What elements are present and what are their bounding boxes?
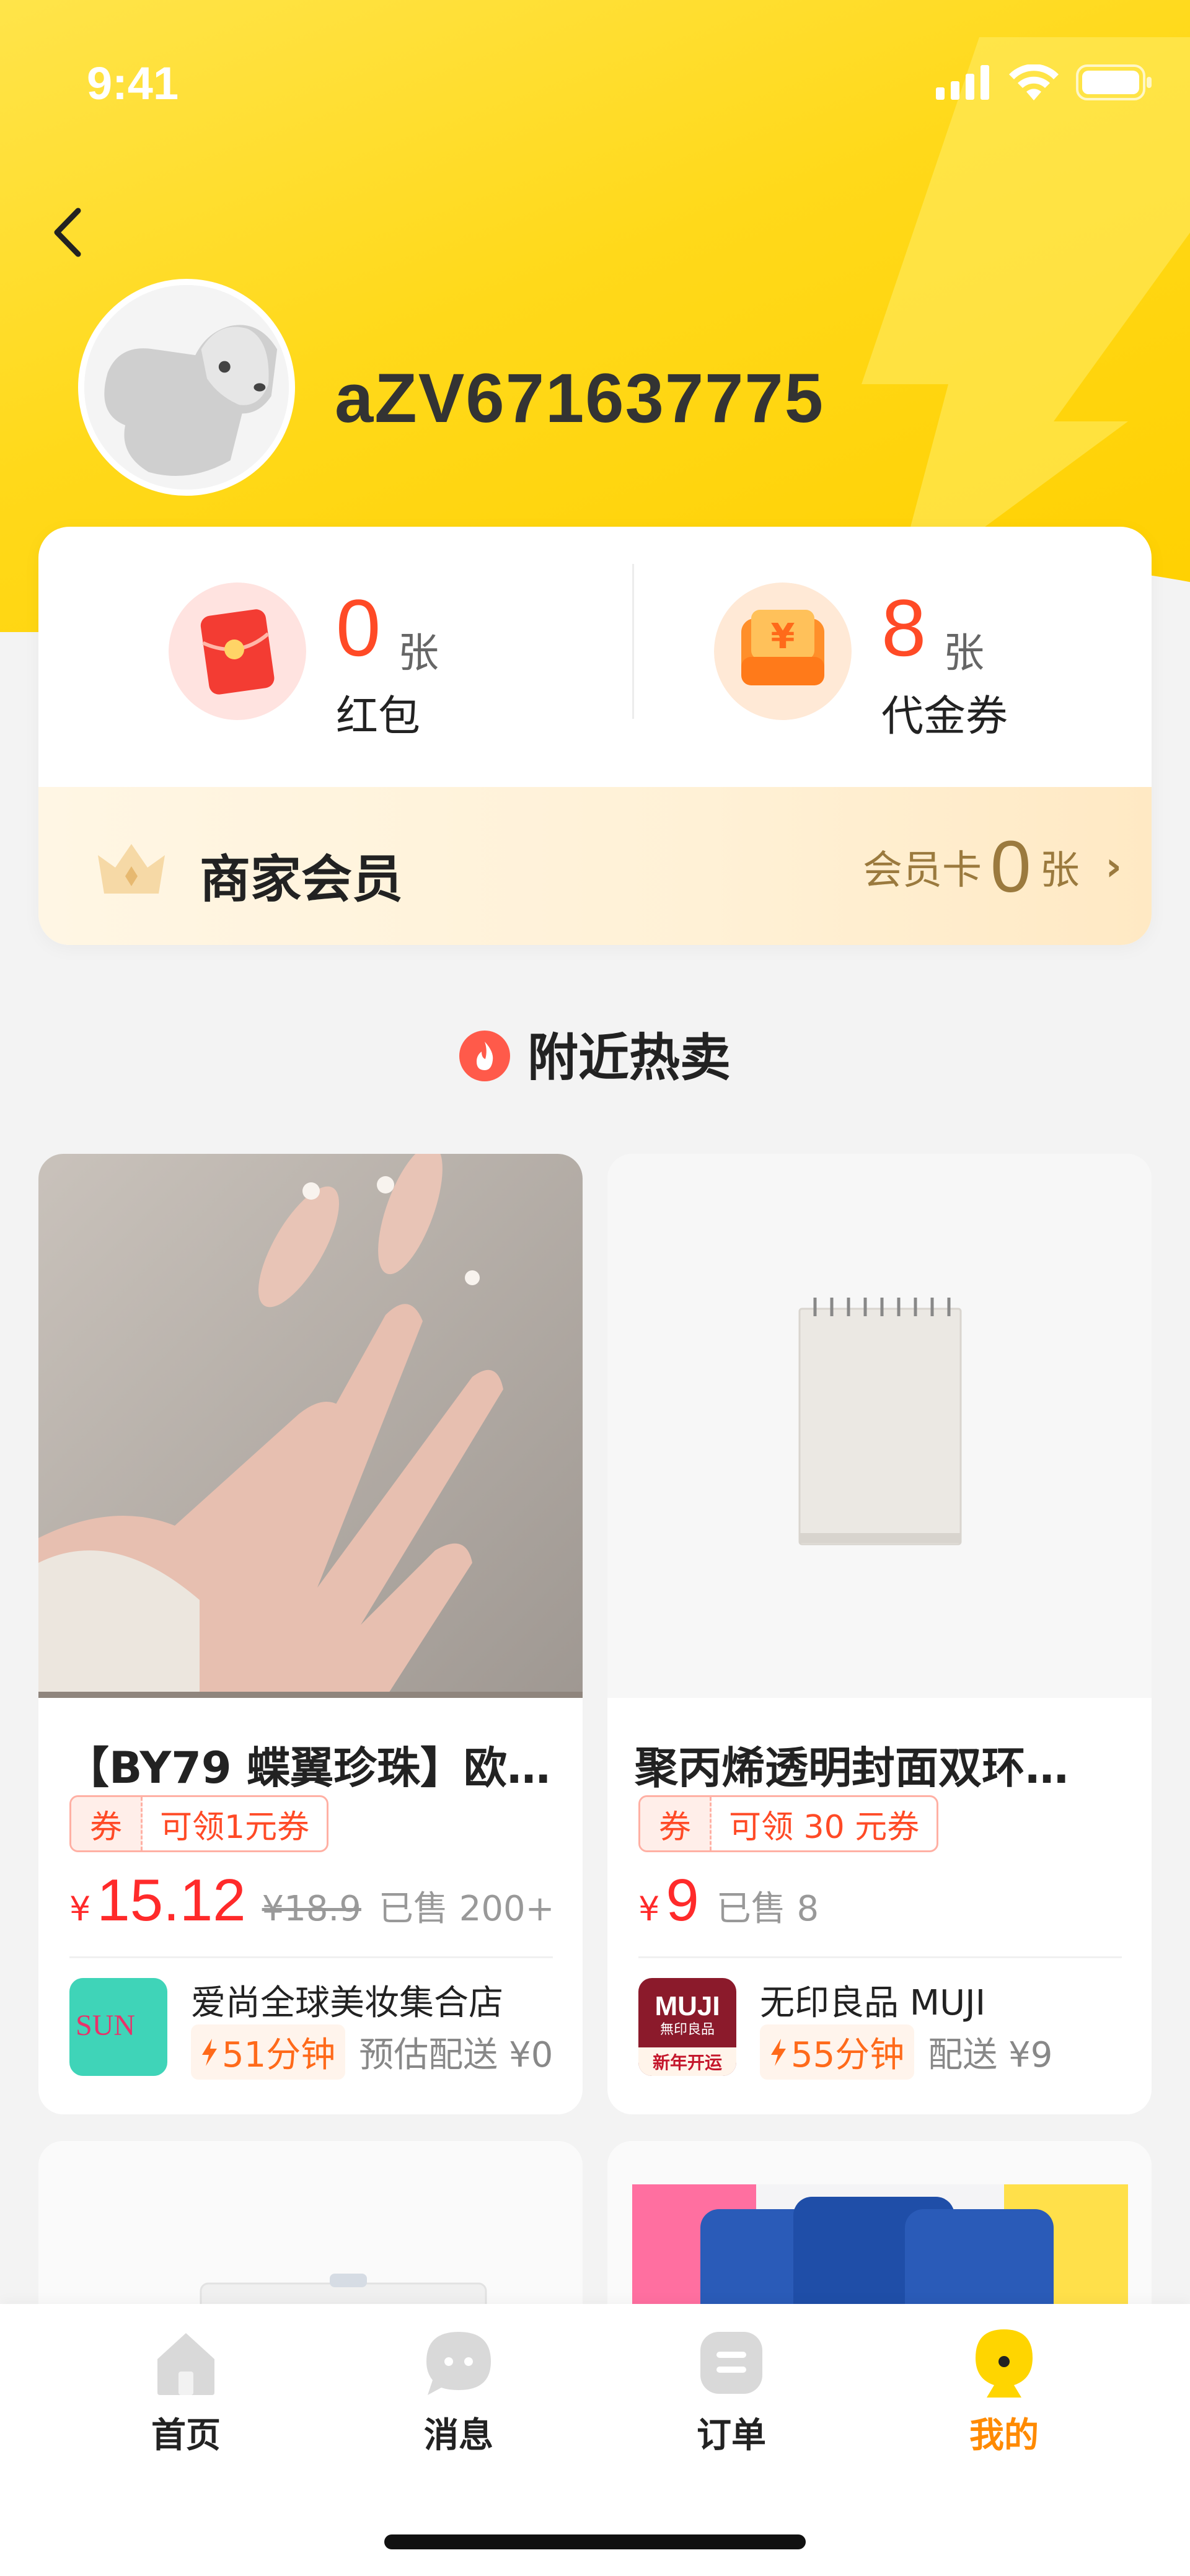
tab-label: 消息 — [424, 2416, 493, 2456]
product-title: 聚丙烯透明封面双环… — [635, 1743, 1069, 1793]
tab-orders[interactable]: 订单 — [638, 2326, 824, 2458]
tab-bar: 首页 消息 订单 我的 — [0, 2304, 1190, 2576]
currency-symbol: ¥ — [69, 1889, 91, 1928]
status-bar: 9:41 — [0, 0, 1190, 109]
member-title: 商家会员 — [200, 850, 403, 909]
voucher-icon: ¥ — [714, 582, 852, 720]
price-row: ¥ 15.12 ¥18.9 已售 200+ — [69, 1866, 555, 1935]
delivery-fee: 预估配送 ¥0 — [359, 2035, 553, 2075]
battery-icon — [1076, 64, 1152, 100]
shop-logo-text: MUJI — [654, 1991, 720, 2021]
merchant-member-bar[interactable]: 商家会员 会员卡 0 张 › — [38, 787, 1152, 945]
price: 9 — [666, 1867, 699, 1933]
sold-count: 已售 200+ — [378, 1889, 555, 1929]
status-time: 9:41 — [87, 58, 179, 109]
avatar[interactable] — [78, 279, 295, 496]
delivery-time: 55分钟 — [791, 2035, 905, 2075]
original-price: ¥18.9 — [262, 1889, 361, 1929]
signal-icon — [936, 65, 989, 100]
nail-photo — [38, 1154, 583, 1698]
member-card-unit: 张 — [1039, 848, 1080, 894]
delivery-info: 51分钟 预估配送 ¥0 — [191, 2024, 553, 2080]
nearby-hot-title: 附近热卖 — [0, 1016, 1190, 1090]
product-card[interactable] — [607, 2141, 1152, 2327]
divider — [632, 564, 634, 719]
username: aZV671637775 — [335, 359, 825, 437]
delivery-fee: 配送 ¥9 — [928, 2035, 1053, 2075]
divider — [69, 1956, 553, 1958]
tab-label: 首页 — [151, 2416, 221, 2456]
coupon-tag: 券 — [640, 1797, 712, 1850]
member-card-prefix: 会员卡 — [862, 848, 982, 894]
profile-icon — [976, 2329, 1033, 2398]
back-chevron-icon[interactable] — [37, 198, 105, 266]
coupon-tag: 券 — [71, 1797, 143, 1850]
shop-logo: MUJI 無印良品 新年开运 — [638, 1978, 736, 2076]
sold-count: 已售 8 — [716, 1889, 819, 1929]
order-icon — [700, 2332, 762, 2394]
member-card-link[interactable]: 会员卡 0 张 › — [863, 830, 1122, 903]
home-indicator — [384, 2534, 806, 2549]
coupon-text: 可领 30 元券 — [729, 1808, 920, 1846]
svg-text:¥: ¥ — [771, 617, 795, 657]
red-packet-label: 红包 — [336, 692, 421, 741]
voucher-entry[interactable]: ¥ 8 张 代金券 — [714, 582, 1152, 741]
tab-profile[interactable]: 我的 — [911, 2326, 1097, 2458]
shop-logo-badge: 新年开运 — [653, 2052, 722, 2073]
tab-label: 订单 — [697, 2416, 766, 2456]
currency-symbol: ¥ — [638, 1889, 660, 1928]
product-image — [607, 2141, 1152, 2327]
red-packet-count: 0 — [336, 582, 381, 673]
delivery-time-chip: 51分钟 — [191, 2024, 346, 2080]
delivery-info: 55分钟 配送 ¥9 — [760, 2024, 1052, 2080]
shop-logo-sub: 無印良品 — [660, 2022, 715, 2038]
shop-name: 爱尚全球美妆集合店 — [191, 1983, 503, 2023]
section-title-text: 附近热卖 — [527, 1029, 731, 1088]
red-packet-unit: 张 — [398, 629, 439, 677]
shop-logo: SUN — [69, 1978, 167, 2076]
coupon-text: 可领1元券 — [160, 1808, 310, 1846]
voucher-label: 代金券 — [881, 692, 1008, 741]
price-row: ¥ 9 已售 8 — [638, 1866, 819, 1935]
voucher-count: 8 — [881, 582, 927, 673]
coupon-badge[interactable]: 券 可领 30 元券 — [638, 1795, 939, 1852]
delivery-time: 51分钟 — [222, 2035, 336, 2075]
home-icon — [157, 2333, 214, 2395]
voucher-unit: 张 — [943, 629, 984, 677]
member-card-count: 0 — [990, 826, 1031, 908]
tab-label: 我的 — [969, 2416, 1039, 2456]
product-card[interactable]: 聚丙烯透明封面双环… 券 可领 30 元券 ¥ 9 已售 8 MUJI 無印良品… — [607, 1154, 1152, 2114]
message-icon — [426, 2332, 491, 2395]
product-image — [607, 1154, 1152, 1698]
lightning-icon — [771, 2038, 786, 2066]
product-title: 【BY79 蝶翼珍珠】欧… — [66, 1743, 550, 1793]
dog-avatar-icon — [84, 285, 289, 490]
tab-messages[interactable]: 消息 — [366, 2326, 552, 2458]
asset-card: 0 张 红包 ¥ 8 张 代金券 商家会员 会员卡 0 张 › — [38, 527, 1152, 945]
lightning-bolt-decoration — [862, 37, 1190, 595]
lightning-icon — [202, 2038, 217, 2066]
red-packet-entry[interactable]: 0 张 红包 — [169, 582, 708, 741]
tab-home[interactable]: 首页 — [93, 2326, 279, 2458]
coupon-badge[interactable]: 券 可领1元券 — [69, 1795, 329, 1852]
divider — [638, 1956, 1122, 1958]
shop-name: 无印良品 MUJI — [760, 1983, 986, 2023]
wifi-icon — [1009, 64, 1059, 100]
product-image — [38, 2141, 583, 2327]
red-packet-icon — [169, 582, 306, 720]
fire-icon — [459, 1031, 510, 1081]
product-card[interactable] — [38, 2141, 583, 2327]
product-card[interactable]: 【BY79 蝶翼珍珠】欧… 券 可领1元券 ¥ 15.12 ¥18.9 已售 2… — [38, 1154, 583, 2114]
product-image — [38, 1154, 583, 1698]
delivery-time-chip: 55分钟 — [760, 2024, 915, 2080]
chevron-right-icon: › — [1105, 844, 1122, 890]
notebook-photo — [607, 1154, 1152, 1698]
price: 15.12 — [97, 1867, 246, 1933]
crown-icon — [98, 844, 165, 894]
shop-logo-text: SUN — [76, 2009, 135, 2042]
